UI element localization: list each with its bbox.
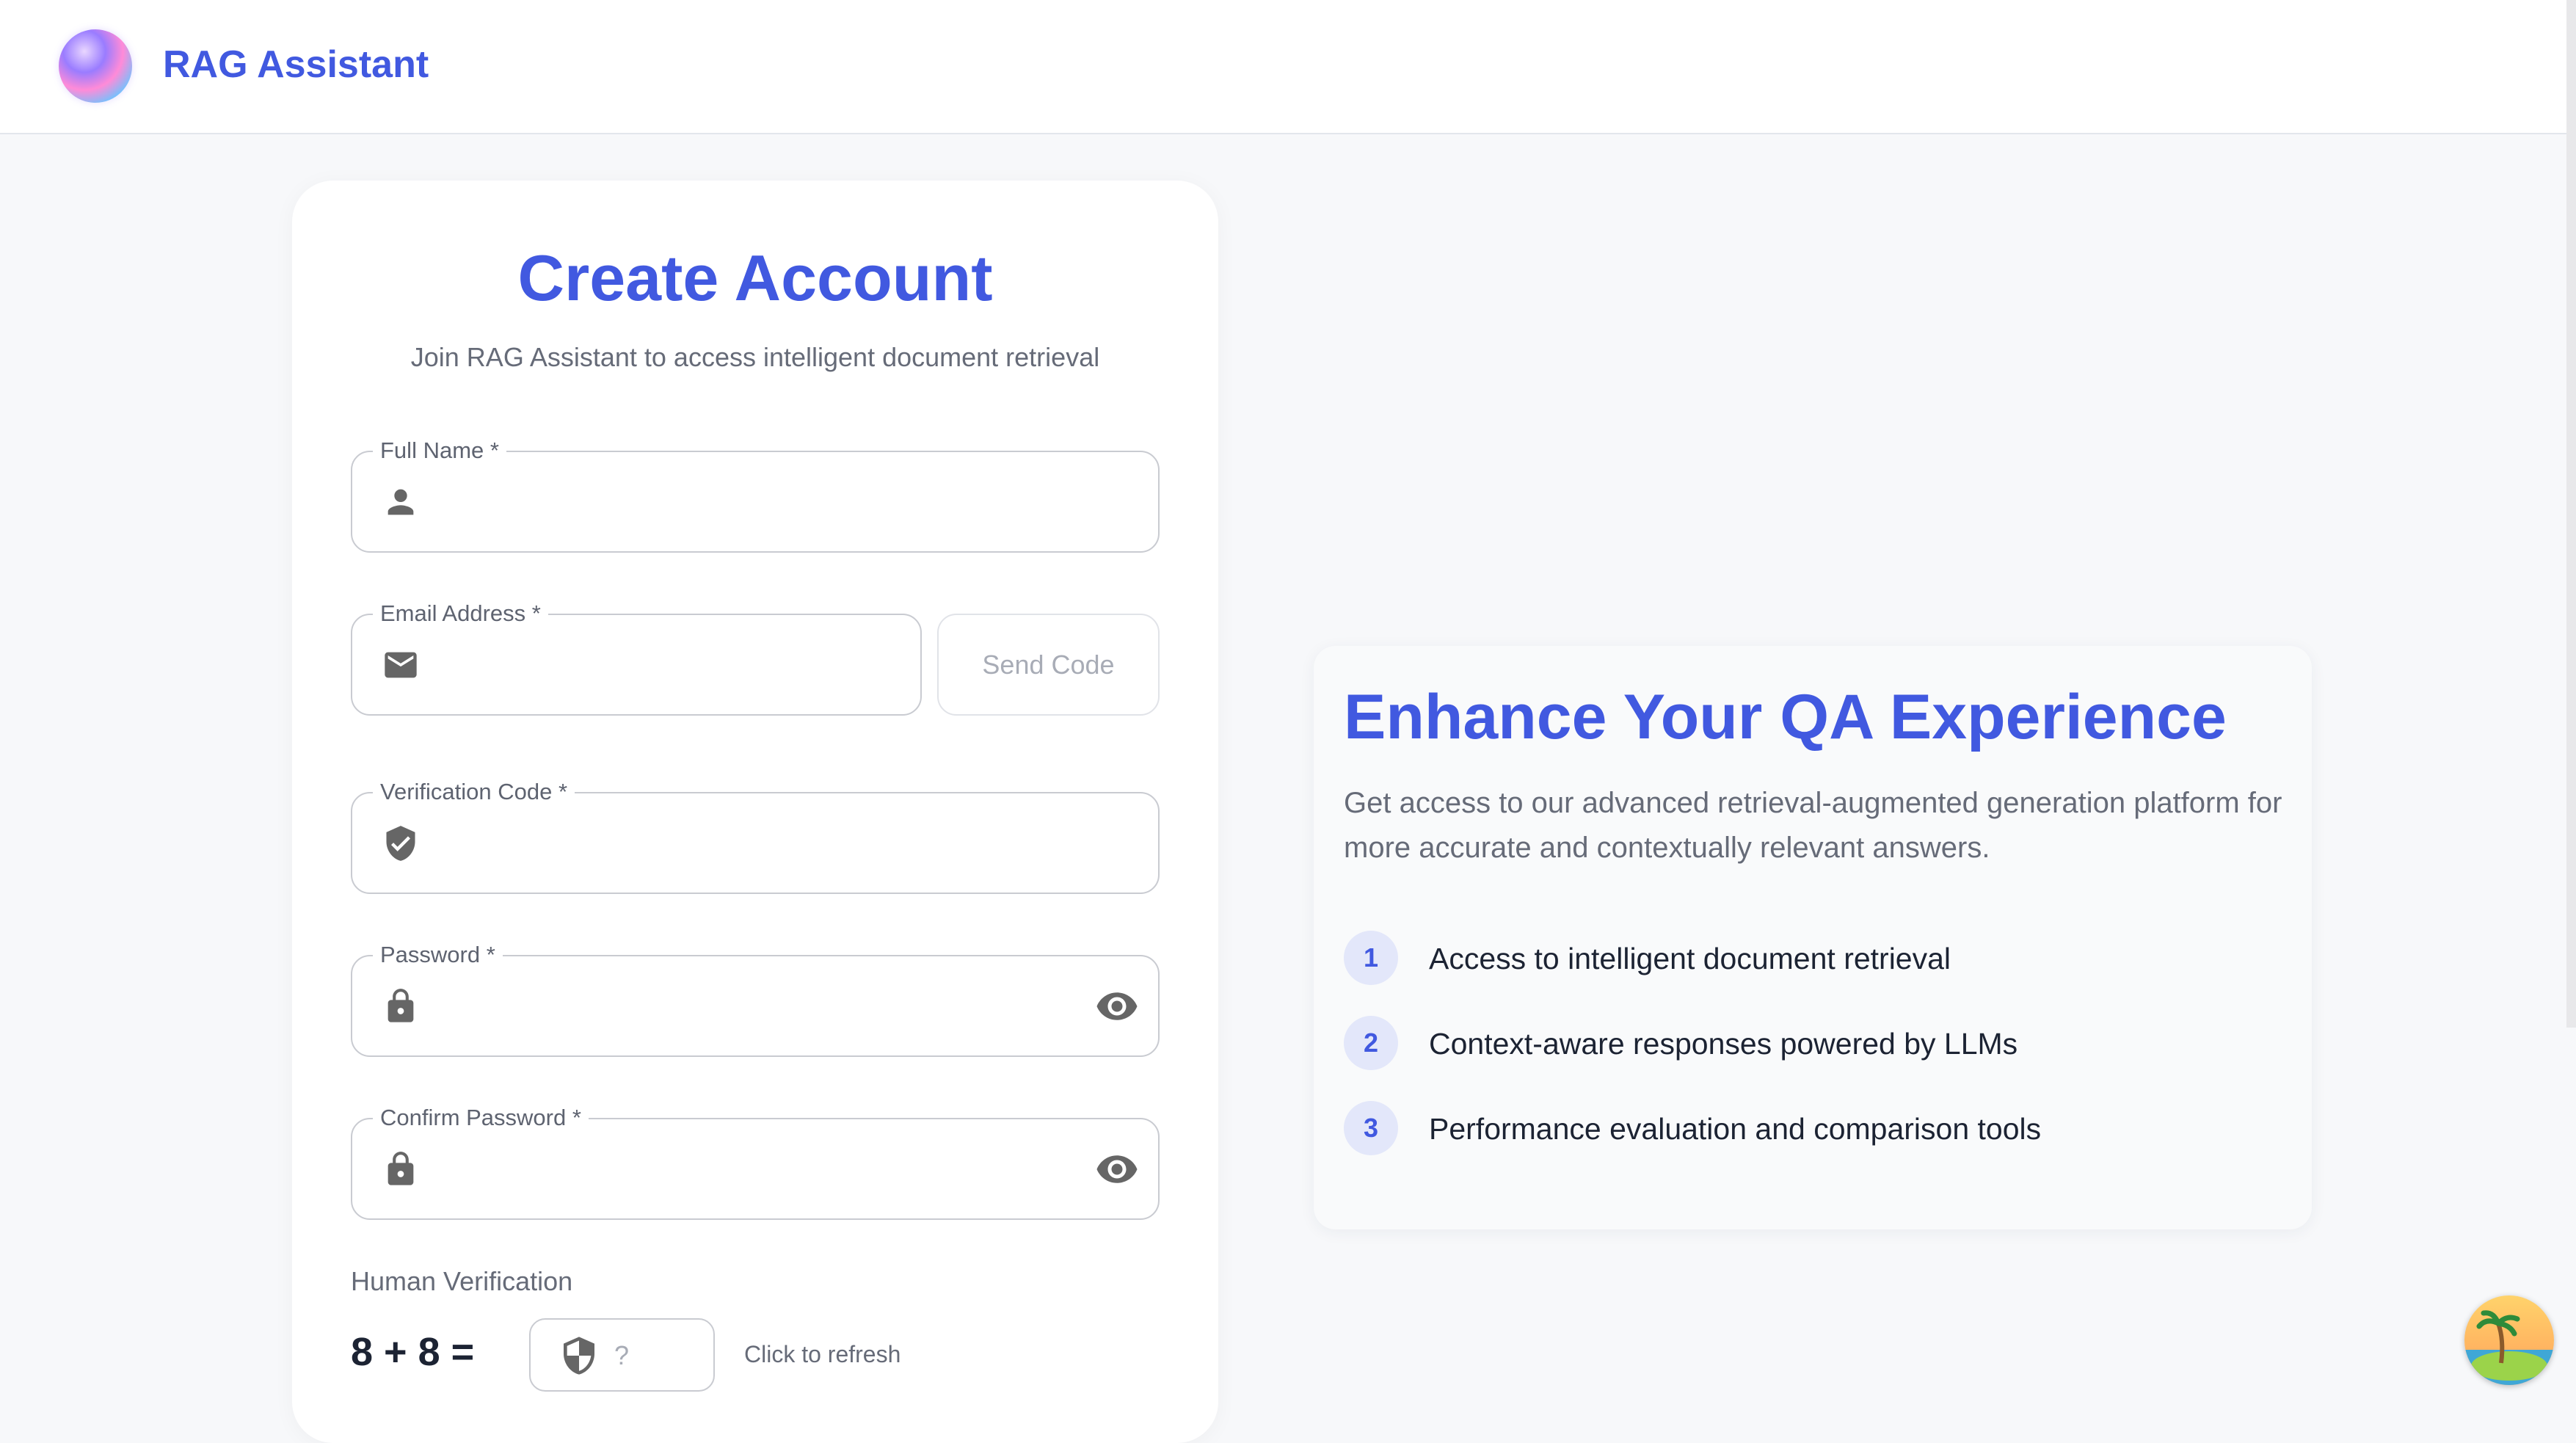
- lock-icon: [388, 988, 414, 1022]
- beach-avatar-icon[interactable]: [2464, 1295, 2554, 1385]
- captcha-placeholder: ?: [614, 1340, 630, 1370]
- feature-text: Performance evaluation and comparison to…: [1429, 1112, 2042, 1146]
- email-field[interactable]: Email Address *: [351, 599, 922, 716]
- feature-number: 2: [1344, 1016, 1398, 1070]
- eye-icon[interactable]: [1095, 1147, 1139, 1191]
- confirm-password-field[interactable]: Confirm Password *: [351, 1103, 1160, 1220]
- logo-orb-icon[interactable]: [59, 29, 132, 103]
- promo-description: Get access to our advanced retrieval-aug…: [1344, 787, 2282, 864]
- refresh-captcha-link[interactable]: Click to refresh: [744, 1341, 900, 1368]
- feature-text: Context-aware responses powered by LLMs: [1429, 1027, 2018, 1061]
- captcha-input[interactable]: ?: [529, 1318, 715, 1392]
- feature-text: Access to intelligent document retrieval: [1429, 942, 1951, 975]
- person-icon: [388, 489, 414, 515]
- verified-shield-icon: [386, 825, 415, 861]
- captcha-question: 8 + 8 =: [351, 1330, 475, 1374]
- lock-icon: [388, 1151, 414, 1185]
- signup-subtitle: Join RAG Assistant to access intelligent…: [410, 342, 1100, 372]
- password-field[interactable]: Password *: [351, 940, 1160, 1057]
- full-name-field[interactable]: Full Name *: [351, 436, 1160, 553]
- promo-title: Enhance Your QA Experience: [1344, 682, 2227, 752]
- feature-number: 1: [1344, 931, 1398, 985]
- password-label: Password *: [373, 940, 503, 970]
- full-name-label: Full Name *: [373, 436, 506, 465]
- signup-title: Create Account: [517, 241, 993, 314]
- human-verification-label: Human Verification: [351, 1266, 573, 1296]
- verification-code-field[interactable]: Verification Code *: [351, 777, 1160, 894]
- send-code-button[interactable]: Send Code: [937, 614, 1160, 716]
- top-bar: RAG Assistant: [0, 0, 2566, 134]
- page-scrollbar[interactable]: [2566, 0, 2576, 1028]
- shield-icon: [564, 1337, 594, 1375]
- mail-icon: [385, 652, 417, 677]
- email-label: Email Address *: [373, 599, 548, 628]
- confirm-password-label: Confirm Password *: [373, 1103, 589, 1133]
- eye-icon[interactable]: [1095, 984, 1139, 1028]
- app-title[interactable]: RAG Assistant: [163, 43, 429, 87]
- feature-number: 3: [1344, 1101, 1398, 1155]
- verification-code-label: Verification Code *: [373, 777, 575, 807]
